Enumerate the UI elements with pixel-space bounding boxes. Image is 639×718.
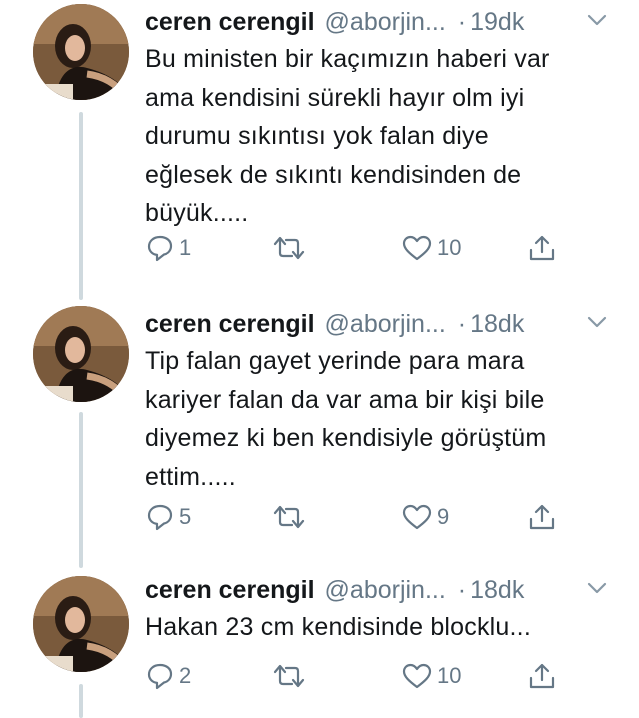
reply-count: 1 — [179, 235, 192, 260]
separator-dot: · — [457, 576, 467, 604]
timestamp[interactable]: 18dk — [470, 304, 524, 344]
retweet-button[interactable] — [271, 656, 311, 696]
tweet-text: Tip falan gayet yerinde para mara kariye… — [145, 347, 547, 491]
share-button[interactable] — [527, 656, 557, 696]
heart-icon — [402, 504, 432, 530]
share-button[interactable] — [527, 228, 557, 268]
tweet[interactable]: ceren cerengil @aborjin... · 18dk Tip fa… — [0, 302, 639, 572]
reply-count: 2 — [179, 663, 192, 688]
reply-button[interactable]: 2 — [145, 656, 191, 696]
chevron-down-icon[interactable] — [585, 10, 609, 30]
avatar[interactable] — [33, 576, 129, 672]
retweet-icon — [273, 505, 305, 529]
tweet-text: Bu ministen bir kaçımızın haberi var ama… — [145, 45, 550, 227]
retweet-button[interactable] — [271, 497, 311, 537]
author-name[interactable]: ceren cerengil — [145, 304, 315, 344]
author-handle[interactable]: @aborjin... — [325, 570, 446, 610]
retweet-icon — [273, 664, 305, 688]
heart-icon — [402, 663, 432, 689]
like-button[interactable]: 10 — [401, 228, 461, 268]
timestamp[interactable]: 18dk — [470, 570, 524, 610]
like-count: 10 — [437, 235, 462, 260]
share-icon — [529, 663, 555, 689]
reply-button[interactable]: 1 — [145, 228, 191, 268]
like-count: 10 — [437, 663, 462, 688]
separator-dot: · — [457, 8, 467, 36]
heart-icon — [402, 235, 432, 261]
like-button[interactable]: 10 — [401, 656, 461, 696]
reply-button[interactable]: 5 — [145, 497, 191, 537]
avatar[interactable] — [33, 306, 129, 402]
author-handle[interactable]: @aborjin... — [325, 304, 446, 344]
tweet-actions: 2 10 — [145, 656, 615, 696]
tweet[interactable]: ceren cerengil @aborjin... · 19dk Bu min… — [0, 0, 639, 300]
retweet-icon — [273, 236, 305, 260]
share-icon — [529, 235, 555, 261]
chevron-down-icon[interactable] — [585, 578, 609, 598]
author-handle[interactable]: @aborjin... — [325, 2, 446, 42]
like-button[interactable]: 9 — [401, 497, 449, 537]
like-count: 9 — [437, 504, 450, 529]
share-button[interactable] — [527, 497, 557, 537]
reply-icon — [147, 504, 173, 531]
reply-count: 5 — [179, 504, 192, 529]
chevron-down-icon[interactable] — [585, 312, 609, 332]
reply-icon — [147, 663, 173, 690]
share-icon — [529, 504, 555, 530]
avatar[interactable] — [33, 4, 129, 100]
tweet-text: Hakan 23 cm kendisinde blocklu... — [145, 613, 531, 641]
tweet-actions: 1 10 — [145, 228, 615, 268]
retweet-button[interactable] — [271, 228, 311, 268]
timestamp[interactable]: 19dk — [470, 2, 524, 42]
tweet-actions: 5 9 — [145, 497, 615, 537]
tweet[interactable]: ceren cerengil @aborjin... · 18dk Hakan … — [0, 568, 639, 718]
author-name[interactable]: ceren cerengil — [145, 570, 315, 610]
separator-dot: · — [457, 310, 467, 338]
reply-icon — [147, 235, 173, 262]
author-name[interactable]: ceren cerengil — [145, 2, 315, 42]
